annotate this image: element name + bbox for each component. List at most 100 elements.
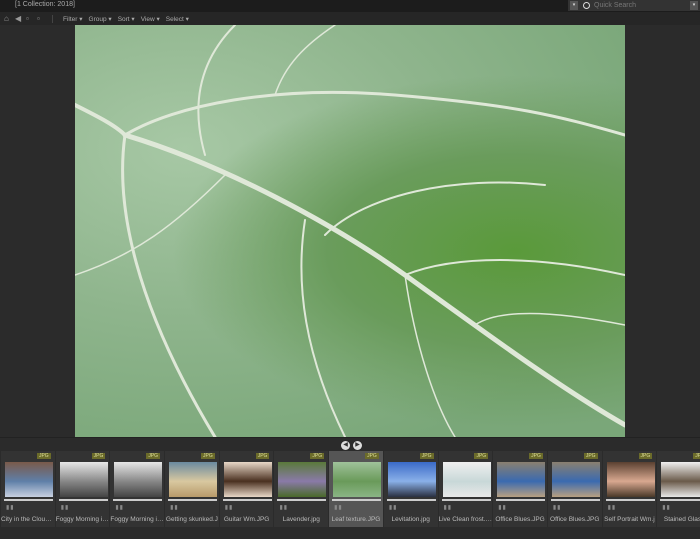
thumbnail-underline (277, 499, 327, 501)
thumbnail-image (5, 462, 53, 497)
thumbnail-image (169, 462, 218, 497)
file-status-icons: ▮▮ (60, 505, 70, 511)
thumbnail-item[interactable]: JPG ▮▮ Lavender.jpg (274, 451, 330, 527)
thumbnail-image (497, 462, 546, 497)
thumbnail-caption: Foggy Morning in... (110, 516, 165, 523)
file-status-icons: ▮▮ (115, 505, 124, 511)
file-type-badge: JPG (255, 453, 270, 459)
back-icon[interactable]: ◀ (15, 14, 23, 23)
thumbnail-underline (550, 499, 600, 501)
thumbnail-item[interactable]: JPG ▮▮ Office Blues.JPG (547, 451, 603, 527)
next-button[interactable]: ▶ (353, 441, 362, 450)
file-type-badge: JPG (91, 453, 106, 459)
thumbnail-caption: Stained Glass (663, 516, 700, 523)
thumbnail-underline (441, 499, 491, 501)
file-status-icons: ▮▮ (443, 505, 453, 511)
thumbnail-item[interactable]: JPG ▮▮ Foggy Morning in... (110, 451, 166, 527)
paste-icon[interactable]: ▫ (37, 14, 45, 23)
thumbnail-image (223, 462, 272, 497)
title-bar: [1 Collection: 2018] ▾ Quick Search ▾ (0, 0, 700, 12)
thumbnail-caption: Self Portrait Wm.j (604, 516, 655, 523)
thumbnail-image (442, 462, 491, 497)
file-status-icons: ▮▮ (662, 505, 671, 511)
thumbnail-image (278, 462, 327, 497)
thumbnail-item[interactable]: JPG ▮▮ Leaf texture.JPG (329, 451, 384, 527)
thumbnail-item[interactable]: JPG ▮▮ Foggy Morning in... (55, 451, 111, 527)
thumbnail-image (387, 462, 436, 497)
file-type-badge: JPG (36, 453, 51, 459)
file-type-badge: JPG (419, 453, 434, 459)
file-type-badge: JPG (583, 453, 598, 459)
thumbnail-item[interactable]: JPG ▮▮ Getting skunked.J (165, 451, 220, 527)
file-status-icons: ▮▮ (552, 505, 562, 511)
quick-search[interactable]: ▾ Quick Search ▾ (568, 0, 700, 11)
thumbnail-underline (4, 499, 53, 501)
file-status-icons: ▮▮ (334, 505, 343, 511)
file-type-badge: JPG (474, 453, 489, 459)
search-options-button[interactable]: ▾ (690, 1, 698, 10)
file-type-badge: JPG (146, 453, 161, 459)
file-status-icons: ▮▮ (279, 505, 289, 511)
thumbnail-underline (605, 499, 655, 501)
file-type-badge: JPG (638, 453, 653, 459)
thumbnail-image (606, 462, 655, 497)
thumbnail-underline (496, 499, 546, 501)
file-status-icons: ▮▮ (6, 505, 15, 511)
file-type-badge: JPG (529, 453, 543, 459)
main-photo[interactable] (75, 25, 625, 437)
thumbnail-underline (58, 499, 108, 501)
toolbar: ⌂ ◀ ▫ ▫ Filter ▾ Group ▾ Sort ▾ View ▾ S… (0, 12, 700, 25)
file-status-icons: ▮▮ (388, 505, 398, 511)
thumbnail-image (59, 462, 108, 497)
thumbnail-caption: Live Clean frost.jpg (438, 516, 493, 523)
thumbnail-underline (168, 499, 218, 501)
menu-view[interactable]: View ▾ (141, 15, 160, 23)
thumbnail-item[interactable]: JPG ▮▮ Self Portrait Wm.j (602, 451, 658, 527)
search-dropdown-button[interactable]: ▾ (570, 1, 578, 10)
thumbnail-item[interactable]: JPG ▮▮ Stained Glass (657, 451, 700, 527)
thumbnail-item[interactable]: JPG ▮▮ Levitation.jpg (383, 451, 439, 527)
menu-select[interactable]: Select ▾ (166, 15, 189, 23)
thumbnail-caption: City in the Clouds ... (1, 516, 55, 523)
thumbnail-item[interactable]: JPG ▮▮ Office Blues.JPG (493, 451, 548, 527)
menu-filter[interactable]: Filter ▾ (63, 15, 83, 23)
file-status-icons: ▮▮ (170, 505, 179, 511)
thumbnail-image (661, 462, 700, 497)
file-type-badge: JPG (365, 453, 379, 459)
thumbnail-item[interactable]: JPG ▮▮ Guitar Wm.JPG (219, 451, 275, 527)
thumbnail-underline (222, 499, 272, 501)
thumbnail-image (333, 462, 382, 497)
filmstrip: ◀ ▶ JPG ▮▮ City in the Clouds ... JPG ▮▮ … (0, 437, 700, 539)
thumbnail-image (114, 462, 163, 497)
thumbnail-image (551, 462, 600, 497)
thumbnail-underline (113, 499, 163, 501)
thumbnail-caption: Office Blues.JPG (495, 516, 545, 523)
image-viewer (0, 25, 700, 437)
menu-group[interactable]: Group ▾ (89, 15, 112, 23)
thumbnail-underline (660, 499, 700, 501)
previous-button[interactable]: ◀ (341, 441, 350, 450)
search-icon (583, 2, 590, 9)
thumbnail-item[interactable]: JPG ▮▮ Live Clean frost.jpg (438, 451, 494, 527)
search-input[interactable]: Quick Search (594, 2, 688, 9)
thumbnail-caption: Office Blues.JPG (550, 516, 600, 523)
file-type-badge: JPG (693, 453, 700, 459)
file-type-badge: JPG (310, 453, 325, 459)
thumbnail-underline (386, 499, 436, 501)
thumbnail-caption: Foggy Morning in... (55, 516, 110, 523)
thumbnail-caption: Leaf texture.JPG (331, 516, 381, 523)
thumbnail-caption: Getting skunked.J (165, 516, 218, 523)
thumbnail-caption: Levitation.jpg (391, 516, 430, 523)
thumbnail-underline (332, 499, 382, 501)
collection-title: [1 Collection: 2018] (15, 1, 75, 8)
thumbnail-item[interactable]: JPG ▮▮ City in the Clouds ... (1, 451, 56, 527)
file-status-icons: ▮▮ (607, 505, 617, 511)
file-status-icons: ▮▮ (498, 505, 507, 511)
copy-icon[interactable]: ▫ (26, 14, 34, 23)
menu-sort[interactable]: Sort ▾ (118, 15, 135, 23)
leaf-veins (75, 25, 625, 437)
thumbnail-caption: Guitar Wm.JPG (223, 516, 270, 523)
file-type-badge: JPG (201, 453, 215, 459)
divider (52, 14, 53, 23)
home-icon[interactable]: ⌂ (4, 14, 12, 23)
